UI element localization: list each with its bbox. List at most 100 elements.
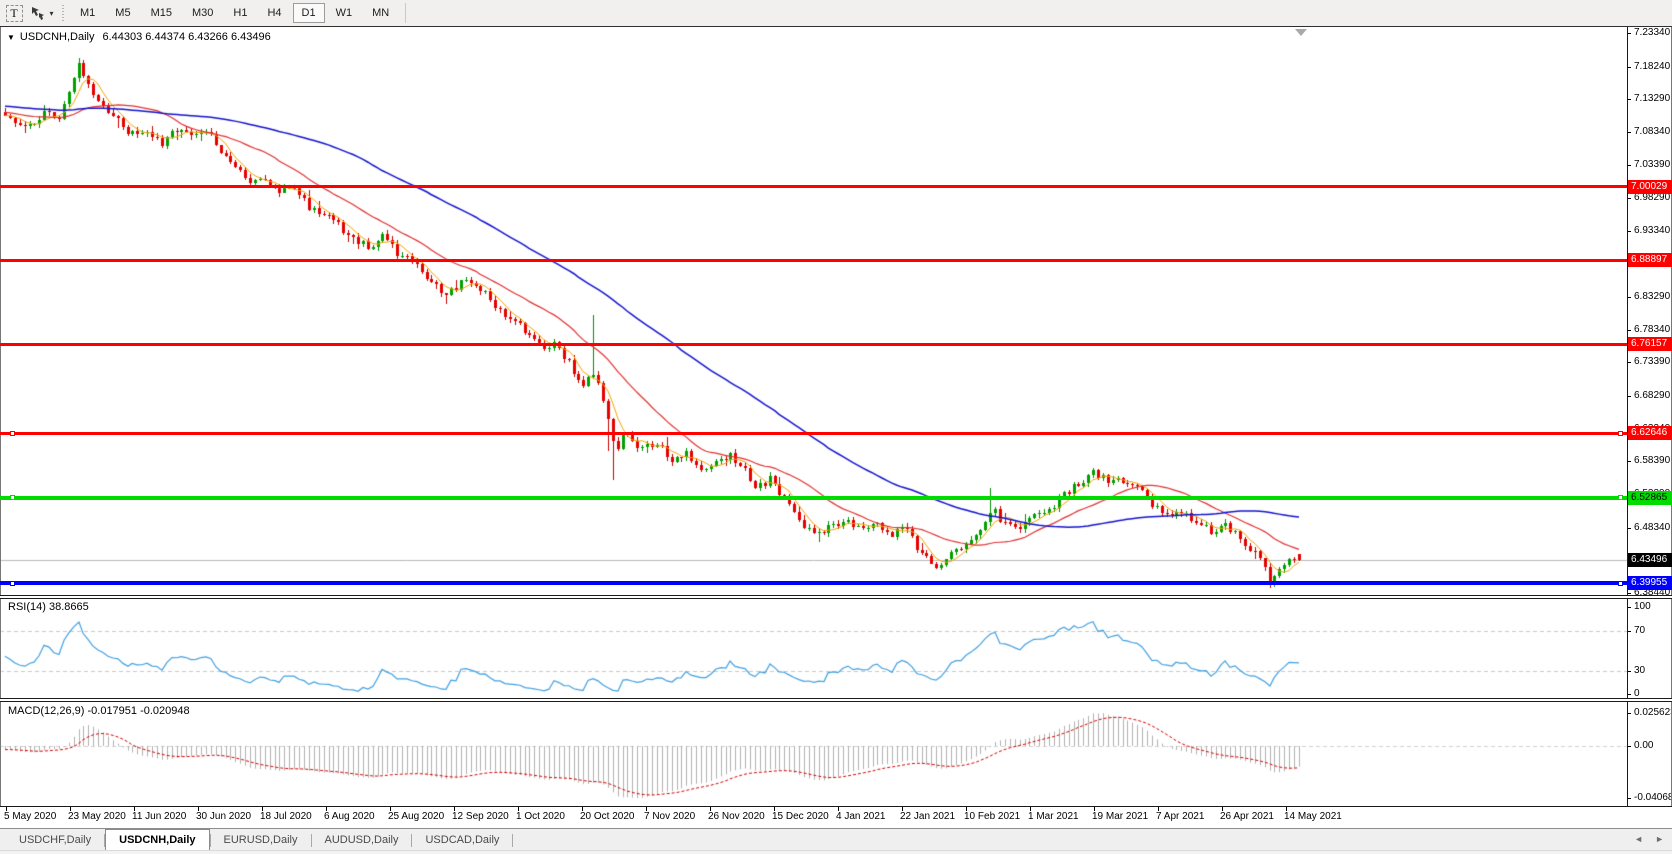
- date-axis-label: 7 Apr 2021: [1156, 811, 1204, 822]
- price-axis-tick: 6.83290: [1627, 291, 1670, 303]
- date-axis-label: 14 May 2021: [1284, 811, 1342, 822]
- chart-tab-usdcad[interactable]: USDCAD,Daily: [412, 831, 512, 850]
- rsi-axis-tick: 30: [1627, 665, 1645, 677]
- chart-window-left-border: [0, 27, 1, 807]
- chart-shift-marker[interactable]: [1295, 29, 1307, 36]
- timeframe-button-h1[interactable]: H1: [224, 3, 256, 23]
- date-axis-label: 5 May 2020: [4, 811, 56, 822]
- price-axis-tick: 6.93340: [1627, 225, 1670, 237]
- date-axis-label: 23 May 2020: [68, 811, 126, 822]
- timeframe-button-h4[interactable]: H4: [258, 3, 290, 23]
- line-selection-handle[interactable]: [10, 495, 15, 500]
- price-axis-tick: 6.48340: [1627, 522, 1670, 534]
- text-tool-button[interactable]: T: [1, 2, 27, 24]
- chart-ohlc-values: 6.44303 6.44374 6.43266 6.43496: [102, 31, 270, 43]
- line-selection-handle[interactable]: [10, 581, 15, 586]
- date-axis-label: 22 Jan 2021: [900, 811, 955, 822]
- price-scale-divider: [1627, 27, 1628, 806]
- line-selection-handle[interactable]: [1618, 431, 1623, 436]
- chart-symbol-label: USDCNH,Daily: [20, 31, 95, 43]
- price-axis-tick: 6.68290: [1627, 390, 1670, 402]
- current-price-flag: 6.43496: [1628, 553, 1672, 567]
- date-axis-label: 12 Sep 2020: [452, 811, 509, 822]
- price-level-flag: 6.88897: [1628, 253, 1672, 267]
- timeframe-button-m30[interactable]: M30: [183, 3, 222, 23]
- arrows-tool-button[interactable]: ▾: [29, 2, 55, 24]
- price-level-flag: 6.39955: [1628, 576, 1672, 590]
- chart-tab-eurusd[interactable]: EURUSD,Daily: [211, 831, 311, 850]
- macd-axis-tick: -0.040687: [1627, 792, 1672, 804]
- rsi-macd-panel-separator[interactable]: [0, 698, 1672, 702]
- tab-scroll-buttons: ◄ ►: [1634, 834, 1664, 844]
- rsi-axis-tick: 100: [1627, 601, 1651, 613]
- price-axis-tick: 7.18240: [1627, 61, 1670, 73]
- date-axis-label: 25 Aug 2020: [388, 811, 444, 822]
- date-axis-label: 20 Oct 2020: [580, 811, 634, 822]
- date-axis-label: 7 Nov 2020: [644, 811, 695, 822]
- date-axis-label: 30 Jun 2020: [196, 811, 251, 822]
- line-selection-handle[interactable]: [1618, 495, 1623, 500]
- horizontal-level-line-6.76157[interactable]: [0, 343, 1627, 346]
- date-axis-label: 19 Mar 2021: [1092, 811, 1148, 822]
- top-toolbar: T ▾ M1M5M15M30H1H4D1W1MN: [0, 0, 1672, 26]
- date-axis-label: 26 Nov 2020: [708, 811, 765, 822]
- horizontal-level-line-6.88897[interactable]: [0, 259, 1627, 262]
- chart-tab-bar: USDCHF,DailyUSDCNH,DailyEURUSD,DailyAUDU…: [0, 828, 1672, 850]
- horizontal-level-line-6.39955[interactable]: [0, 581, 1627, 585]
- tab-separator: [512, 834, 513, 847]
- timeframe-button-m15[interactable]: M15: [142, 3, 181, 23]
- chevron-down-icon: ▾: [49, 9, 53, 18]
- rsi-indicator-name: RSI(14): [8, 601, 46, 613]
- timeframe-button-d1[interactable]: D1: [293, 3, 325, 23]
- date-axis-label: 10 Feb 2021: [964, 811, 1020, 822]
- chart-dropdown-icon[interactable]: ▼: [7, 33, 15, 42]
- chart-window-top-border: [0, 26, 1672, 27]
- chart-tab-usdcnh[interactable]: USDCNH,Daily: [105, 829, 209, 850]
- macd-axis-tick: 0.00: [1627, 740, 1653, 752]
- date-axis-label: 11 Jun 2020: [132, 811, 186, 822]
- rsi-panel-label: RSI(14) 38.8665: [8, 601, 89, 613]
- price-axis-tick: 6.73390: [1627, 356, 1670, 368]
- date-axis-label: 26 Apr 2021: [1220, 811, 1274, 822]
- rsi-axis-tick: 70: [1627, 625, 1645, 637]
- date-axis-label: 1 Oct 2020: [516, 811, 565, 822]
- horizontal-level-line-6.52865[interactable]: [0, 496, 1627, 500]
- macd-panel-label: MACD(12,26,9) -0.017951 -0.020948: [8, 705, 190, 717]
- price-axis-tick: 7.08340: [1627, 126, 1670, 138]
- rsi-indicator-value: 38.8665: [49, 601, 89, 613]
- status-bar: [0, 850, 1672, 854]
- horizontal-level-line-7.00029[interactable]: [0, 185, 1627, 188]
- timeframe-button-mn[interactable]: MN: [363, 3, 398, 23]
- horizontal-level-line-6.62646[interactable]: [0, 432, 1627, 435]
- mt4-application: T ▾ M1M5M15M30H1H4D1W1MN ▼ USDCNH,Daily …: [0, 0, 1672, 854]
- macd-axis-tick: 0.025623: [1627, 707, 1672, 719]
- chart-title: ▼ USDCNH,Daily 6.44303 6.44374 6.43266 6…: [7, 31, 271, 43]
- line-selection-handle[interactable]: [1618, 581, 1623, 586]
- timeframe-button-m5[interactable]: M5: [106, 3, 139, 23]
- line-selection-handle[interactable]: [10, 431, 15, 436]
- macd-indicator-values: -0.017951 -0.020948: [87, 705, 189, 717]
- timeframe-button-m1[interactable]: M1: [71, 3, 104, 23]
- price-axis-tick: 7.13290: [1627, 93, 1670, 105]
- price-axis-tick: 6.78340: [1627, 324, 1670, 336]
- chart-tab-usdchf[interactable]: USDCHF,Daily: [6, 831, 104, 850]
- date-axis-label: 15 Dec 2020: [772, 811, 829, 822]
- timeframe-button-w1[interactable]: W1: [327, 3, 362, 23]
- chart-tab-audusd[interactable]: AUDUSD,Daily: [312, 831, 412, 850]
- chart-plot-canvas[interactable]: [0, 0, 1672, 854]
- toolbar-grip[interactable]: [60, 5, 66, 22]
- date-axis-label: 6 Aug 2020: [324, 811, 375, 822]
- price-level-flag: 6.76157: [1628, 337, 1672, 351]
- price-level-flag: 6.52865: [1628, 491, 1672, 505]
- date-axis-label: 4 Jan 2021: [836, 811, 886, 822]
- tab-scroll-left-icon[interactable]: ◄: [1634, 834, 1643, 844]
- price-level-flag: 7.00029: [1628, 180, 1672, 194]
- price-axis-tick: 7.03390: [1627, 159, 1670, 171]
- text-tool-icon: T: [6, 5, 23, 22]
- main-rsi-panel-separator[interactable]: [0, 595, 1672, 599]
- date-axis-label: 18 Jul 2020: [260, 811, 312, 822]
- arrows-tool-icon: [30, 5, 46, 21]
- price-axis-tick: 6.58390: [1627, 455, 1670, 467]
- price-level-flag: 6.62646: [1628, 426, 1672, 440]
- tab-scroll-right-icon[interactable]: ►: [1655, 834, 1664, 844]
